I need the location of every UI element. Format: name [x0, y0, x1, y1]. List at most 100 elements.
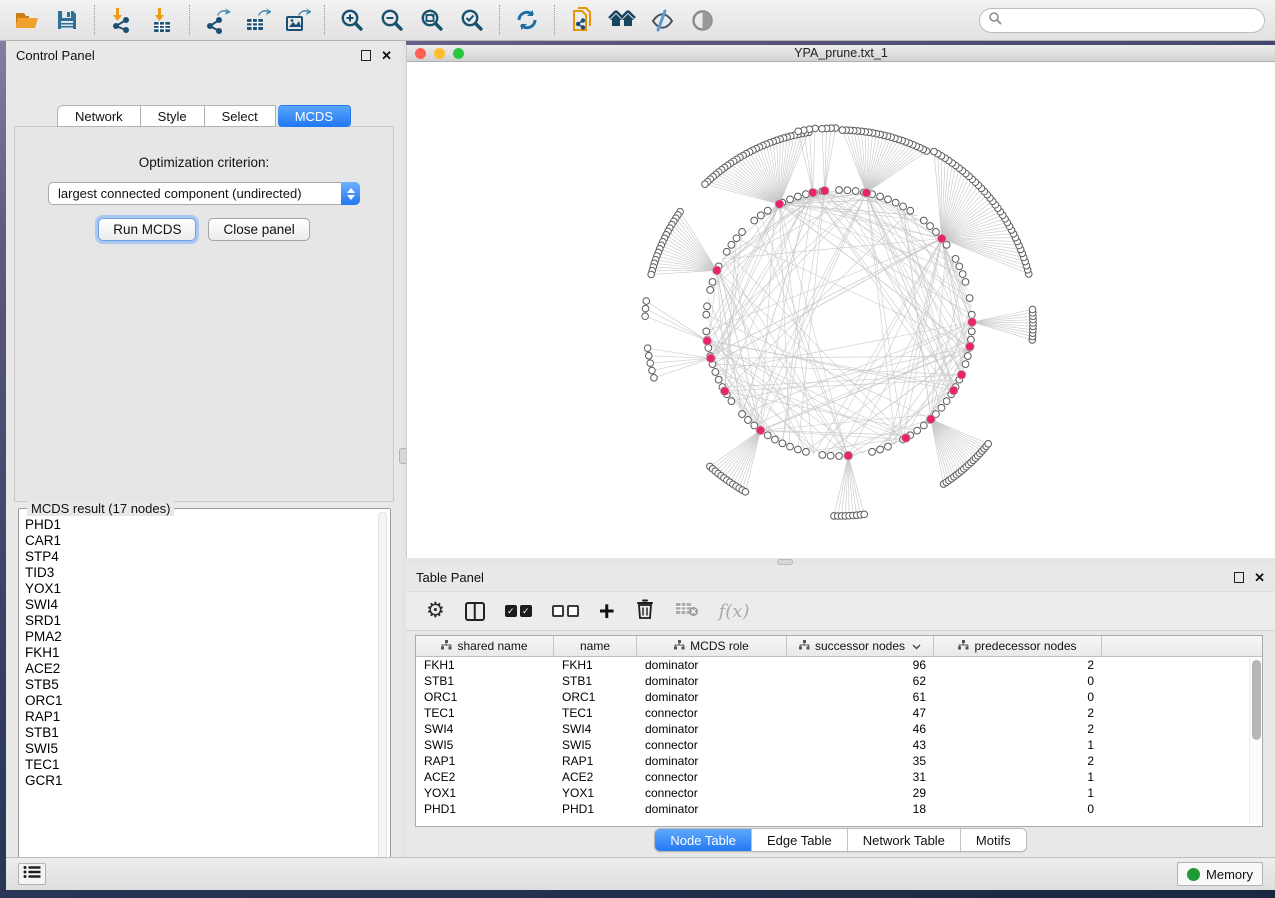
create-column-button[interactable]: +	[599, 601, 615, 621]
network-node[interactable]	[885, 443, 892, 450]
network-node[interactable]	[819, 452, 826, 459]
network-node[interactable]	[704, 303, 711, 310]
network-node[interactable]	[772, 436, 779, 443]
network-node[interactable]	[808, 188, 817, 197]
table-row[interactable]: SWI4SWI4dominator462	[416, 721, 1262, 737]
mcds-result-item[interactable]: SWI5	[25, 741, 378, 757]
tab-mcds[interactable]: MCDS	[278, 105, 351, 127]
mcds-result-item[interactable]: PMA2	[25, 629, 378, 645]
column-header-MCDS-role[interactable]: MCDS role	[637, 636, 787, 656]
network-node[interactable]	[649, 367, 656, 374]
minimize-window-button[interactable]	[434, 48, 445, 59]
network-node[interactable]	[703, 328, 710, 335]
table-row[interactable]: YOX1YOX1connector291	[416, 785, 1262, 801]
network-node[interactable]	[937, 234, 946, 243]
network-node[interactable]	[712, 369, 719, 376]
mcds-result-item[interactable]: YOX1	[25, 581, 378, 597]
hide-graphics-details-button[interactable]	[645, 3, 679, 37]
mcds-result-item[interactable]: CAR1	[25, 533, 378, 549]
table-row[interactable]: PHD1PHD1dominator180	[416, 801, 1262, 817]
result-scrollbar[interactable]	[378, 512, 387, 874]
optimization-criterion-select[interactable]: largest connected component (undirected)	[48, 182, 360, 205]
network-node[interactable]	[795, 193, 802, 200]
zoom-fit-button[interactable]	[415, 3, 449, 37]
column-header-name[interactable]: name	[554, 636, 637, 656]
network-node[interactable]	[787, 443, 794, 450]
delete-table-button[interactable]	[675, 600, 699, 623]
network-node[interactable]	[709, 279, 716, 286]
import-table-button[interactable]	[145, 3, 179, 37]
network-node[interactable]	[820, 186, 829, 195]
deselect-all-columns-button[interactable]	[552, 605, 579, 617]
network-node[interactable]	[902, 434, 911, 443]
network-node[interactable]	[645, 352, 652, 359]
network-node[interactable]	[869, 448, 876, 455]
tab-style[interactable]: Style	[141, 105, 205, 127]
network-node[interactable]	[914, 427, 921, 434]
network-node[interactable]	[877, 193, 884, 200]
network-node[interactable]	[803, 448, 810, 455]
network-node[interactable]	[702, 181, 709, 188]
network-node[interactable]	[926, 415, 935, 424]
table-row[interactable]: TEC1TEC1connector472	[416, 705, 1262, 721]
mcds-result-item[interactable]: FKH1	[25, 645, 378, 661]
network-node[interactable]	[703, 311, 710, 318]
network-node[interactable]	[968, 311, 975, 318]
column-header-predecessor-nodes[interactable]: predecessor nodes	[934, 636, 1102, 656]
mcds-result-item[interactable]: SWI4	[25, 597, 378, 613]
network-node[interactable]	[733, 235, 740, 242]
network-node[interactable]	[643, 298, 650, 305]
network-node[interactable]	[779, 440, 786, 447]
column-header-successor-nodes[interactable]: successor nodes	[787, 636, 934, 656]
network-node[interactable]	[966, 295, 973, 302]
network-node[interactable]	[968, 318, 977, 327]
tab-select[interactable]: Select	[205, 105, 276, 127]
network-node[interactable]	[742, 489, 749, 496]
network-node[interactable]	[957, 370, 966, 379]
search-input[interactable]	[1002, 13, 1256, 27]
network-node[interactable]	[827, 452, 834, 459]
network-node[interactable]	[927, 223, 934, 230]
network-node[interactable]	[739, 411, 746, 418]
mcds-result-item[interactable]: STB5	[25, 677, 378, 693]
network-node[interactable]	[892, 199, 899, 206]
network-node[interactable]	[839, 127, 846, 134]
network-node[interactable]	[715, 376, 722, 383]
network-from-file-button[interactable]	[565, 3, 599, 37]
table-row[interactable]: ORC1ORC1dominator610	[416, 689, 1262, 705]
network-node[interactable]	[745, 417, 752, 424]
tab-edge-table[interactable]: Edge Table	[752, 829, 848, 851]
show-graphics-details-button[interactable]	[685, 3, 719, 37]
network-node[interactable]	[862, 188, 871, 197]
network-node[interactable]	[931, 148, 938, 155]
mcds-result-item[interactable]: TEC1	[25, 757, 378, 773]
network-node[interactable]	[706, 354, 715, 363]
save-session-button[interactable]	[50, 3, 84, 37]
network-node[interactable]	[985, 441, 992, 448]
tab-node-table[interactable]: Node Table	[655, 829, 752, 851]
export-table-button[interactable]	[240, 3, 274, 37]
float-table-panel-icon[interactable]	[1234, 572, 1244, 583]
mcds-result-item[interactable]: TID3	[25, 565, 378, 581]
network-node[interactable]	[962, 361, 969, 368]
maximize-window-button[interactable]	[453, 48, 464, 59]
network-node[interactable]	[952, 256, 959, 263]
close-table-panel-icon[interactable]: ✕	[1254, 572, 1265, 583]
scrollbar-thumb[interactable]	[1252, 660, 1261, 740]
network-node[interactable]	[712, 266, 721, 275]
network-node[interactable]	[938, 404, 945, 411]
network-node[interactable]	[728, 398, 735, 405]
mcds-result-item[interactable]: STB1	[25, 725, 378, 741]
network-node[interactable]	[775, 200, 784, 209]
network-node[interactable]	[642, 313, 649, 320]
settings-gear-button[interactable]: ⚙	[426, 601, 445, 621]
network-graph[interactable]	[407, 62, 1275, 557]
home-pages-button[interactable]	[605, 3, 639, 37]
table-scrollbar[interactable]	[1249, 658, 1261, 824]
network-node[interactable]	[877, 446, 884, 453]
network-node[interactable]	[787, 196, 794, 203]
network-node[interactable]	[943, 398, 950, 405]
mcds-result-item[interactable]: RAP1	[25, 709, 378, 725]
mcds-result-item[interactable]: GCR1	[25, 773, 378, 789]
close-panel-button[interactable]: Close panel	[208, 218, 309, 241]
